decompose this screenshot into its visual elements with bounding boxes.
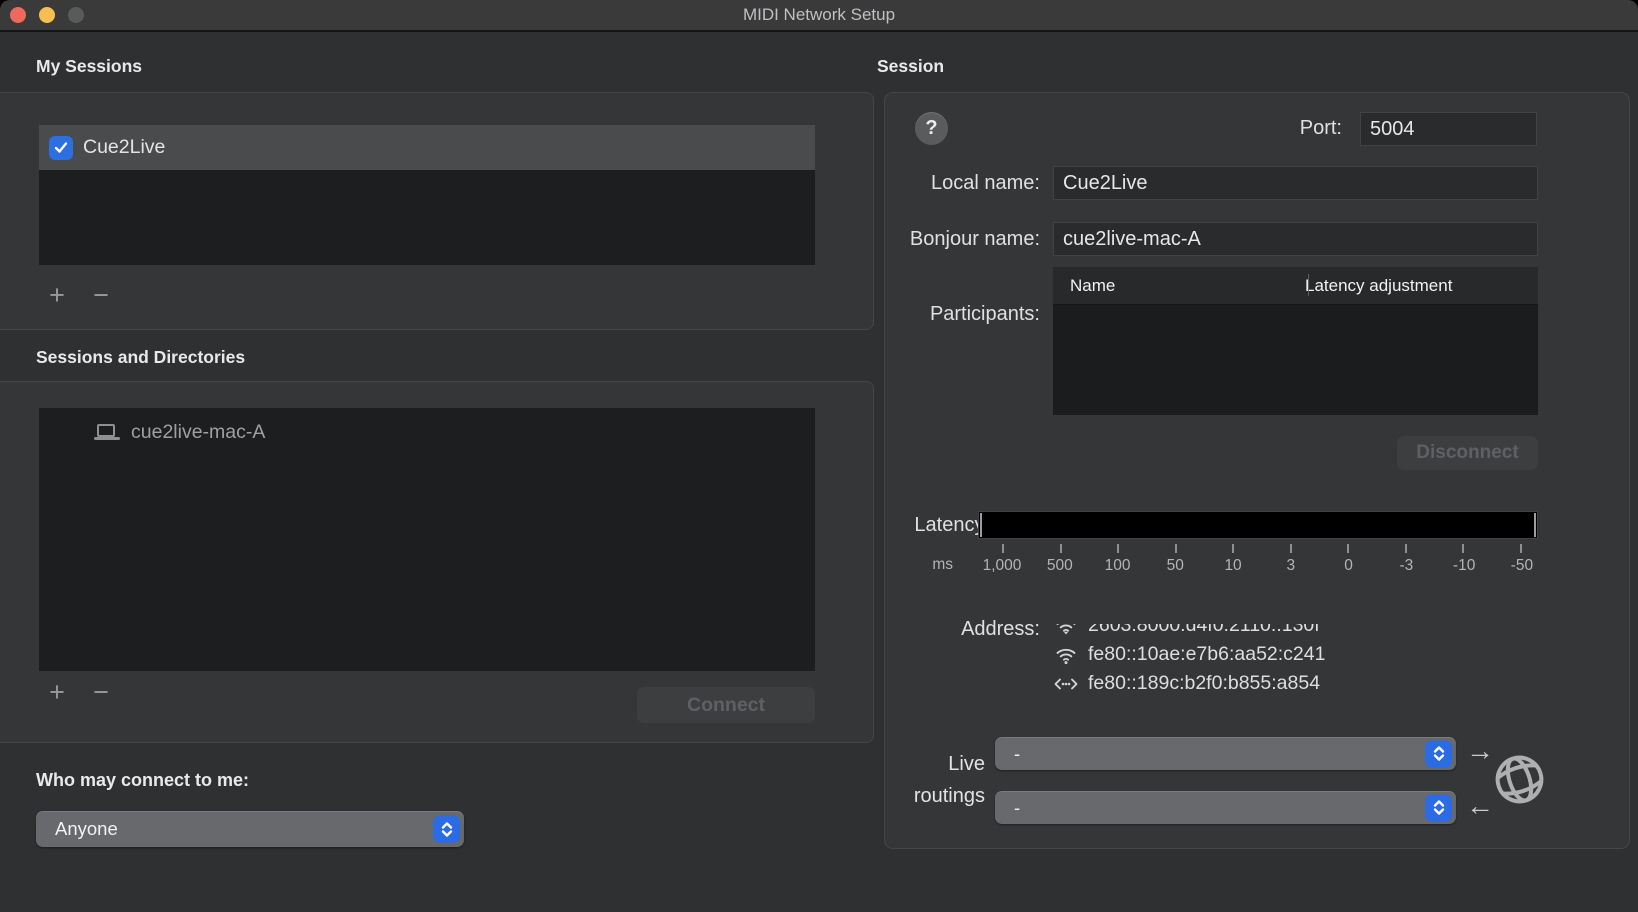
live-routings-label: Live routings: [914, 748, 985, 812]
checkmark-icon: [53, 140, 69, 155]
port-value: 5004: [1361, 118, 1415, 141]
address-value: 2603:8000:d4f0:2110::130f: [1088, 624, 1320, 637]
directories-list[interactable]: cue2live-mac-A: [39, 408, 815, 671]
bonjour-name-value: cue2live-mac-A: [1054, 228, 1201, 251]
ethernet-icon: [1053, 672, 1079, 696]
help-button[interactable]: ?: [915, 112, 948, 145]
popup-stepper-icon: [433, 816, 460, 843]
remove-session-button[interactable]: −: [87, 281, 115, 309]
local-name-value: Cue2Live: [1054, 172, 1148, 195]
who-may-connect-label: Who may connect to me:: [36, 770, 249, 791]
port-field[interactable]: 5004: [1360, 112, 1537, 146]
directories-box: cue2live-mac-A + − Connect: [0, 381, 874, 743]
participants-label: Participants:: [930, 303, 1040, 326]
bonjour-name-field[interactable]: cue2live-mac-A: [1053, 222, 1538, 256]
popup-stepper-icon: [1425, 740, 1452, 767]
address-value: fe80::189c:b2f0:b855:a854: [1088, 672, 1320, 695]
latency-unit: ms: [932, 556, 953, 574]
arrow-left-icon: ←: [1466, 792, 1494, 820]
add-session-button[interactable]: +: [43, 281, 71, 309]
window-title: MIDI Network Setup: [0, 5, 1638, 25]
live-routing-output-value: -: [995, 743, 1020, 765]
computer-icon: [94, 424, 120, 442]
wifi-icon: [1053, 643, 1079, 667]
address-value: fe80::10ae:e7b6:aa52:c241: [1088, 643, 1325, 666]
participants-table[interactable]: Name Latency adjustment: [1053, 267, 1538, 415]
session-enabled-checkbox[interactable]: [49, 136, 73, 160]
participants-table-body[interactable]: [1053, 305, 1538, 415]
popup-stepper-icon: [1425, 794, 1452, 821]
add-directory-button[interactable]: +: [43, 678, 71, 706]
globe-icon: [1491, 751, 1548, 813]
live-routing-output-popup[interactable]: -: [995, 737, 1456, 770]
local-name-label: Local name:: [931, 172, 1040, 195]
titlebar[interactable]: MIDI Network Setup: [0, 0, 1638, 32]
session-box: [884, 92, 1630, 849]
session-row-cue2live[interactable]: Cue2Live: [39, 125, 815, 170]
disconnect-button[interactable]: Disconnect: [1397, 436, 1538, 470]
address-label: Address:: [961, 618, 1040, 641]
bonjour-name-label: Bonjour name:: [910, 228, 1040, 251]
who-may-connect-popup[interactable]: Anyone: [36, 811, 464, 847]
latency-tick-labels: 1,000 500 100 50 10 3 0 -3 -10 -50: [1002, 557, 1522, 575]
session-header: Session: [877, 56, 944, 77]
remove-directory-button[interactable]: −: [87, 678, 115, 706]
latency-ticks: [1002, 544, 1522, 553]
address-row: fe80::10ae:e7b6:aa52:c241: [1053, 640, 1538, 669]
session-name: Cue2Live: [83, 136, 165, 159]
connect-button[interactable]: Connect: [637, 687, 815, 723]
my-sessions-box: Cue2Live + −: [0, 92, 874, 330]
midi-network-setup-window: MIDI Network Setup My Sessions Cue2Live …: [0, 0, 1638, 912]
participants-table-header: Name Latency adjustment: [1053, 267, 1538, 305]
column-name: Name: [1053, 276, 1291, 296]
address-row-clipped: 2603:8000:d4f0:2110::130f: [1053, 624, 1538, 640]
wifi-icon: [1053, 624, 1079, 638]
directory-row[interactable]: cue2live-mac-A: [39, 408, 815, 444]
address-list[interactable]: 2603:8000:d4f0:2110::130f fe80::10ae:e7b…: [1053, 624, 1538, 708]
live-routing-input-popup[interactable]: -: [995, 791, 1456, 824]
directory-name: cue2live-mac-A: [131, 421, 265, 444]
live-routing-input-value: -: [995, 797, 1020, 819]
column-latency-adjustment: Latency adjustment: [1291, 276, 1452, 296]
address-row: fe80::189c:b2f0:b855:a854: [1053, 669, 1538, 698]
port-label: Port:: [1300, 117, 1342, 140]
my-sessions-header: My Sessions: [36, 56, 142, 77]
latency-slider[interactable]: [978, 511, 1538, 539]
column-divider: [1308, 274, 1309, 296]
local-name-field[interactable]: Cue2Live: [1053, 166, 1538, 200]
sessions-directories-header: Sessions and Directories: [36, 347, 245, 368]
my-sessions-list[interactable]: Cue2Live: [39, 125, 815, 265]
who-may-connect-value: Anyone: [36, 818, 118, 840]
